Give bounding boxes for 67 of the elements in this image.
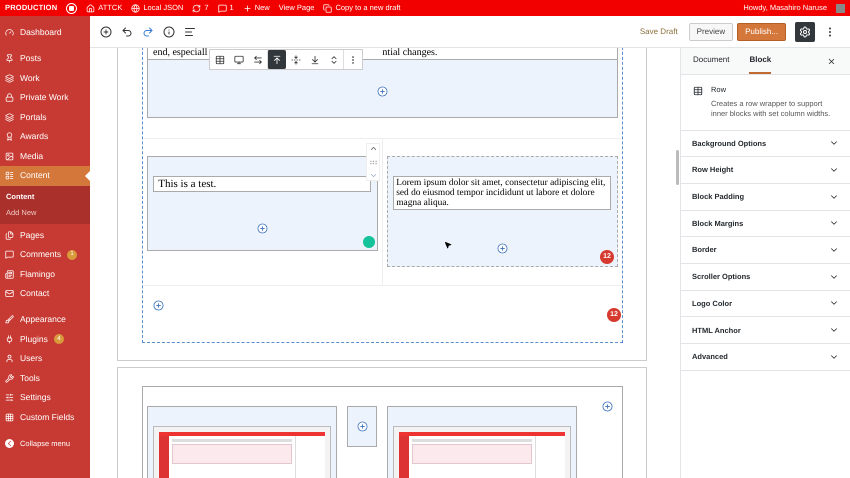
mouse-cursor-icon [444, 241, 452, 249]
sidebar-item[interactable]: Private Work [0, 88, 90, 108]
text-field[interactable]: Lorem ipsum dolor sit amet, consectetur adipiscing elit, sed do eiusmod tempor incididunt ut labore et dolore magna aliqua. [393, 176, 612, 210]
save-draft-button[interactable]: Save Draft [640, 26, 678, 38]
redo-icon[interactable] [142, 26, 154, 38]
table-icon [693, 86, 703, 96]
close-icon[interactable] [827, 56, 836, 66]
pin-icon [5, 54, 14, 64]
paragraph-text: end, especiall [153, 48, 208, 60]
avatar-icon [836, 4, 845, 12]
scrollbar-thumb[interactable] [676, 150, 679, 185]
sidebar-item[interactable]: Content [0, 166, 90, 186]
layers-icon [5, 112, 14, 122]
settings-icon [799, 26, 811, 38]
sidebar-item[interactable]: Tools [0, 368, 90, 388]
image-icon [5, 152, 14, 161]
sidebar-item[interactable]: Media [0, 146, 90, 166]
sidebar-item[interactable]: Flamingo [0, 264, 90, 284]
sidebar-item[interactable]: Pages [0, 226, 90, 245]
comment-icon [5, 250, 14, 260]
text-field[interactable]: This is a test. [153, 176, 372, 192]
undo-icon[interactable] [121, 26, 133, 38]
sidebar-item[interactable]: Custom Fields [0, 408, 90, 427]
plug-icon [5, 334, 14, 344]
copy-icon [323, 4, 332, 12]
add-block-icon[interactable] [100, 26, 112, 38]
lock-icon [5, 93, 14, 102]
sliders-icon [5, 393, 14, 402]
outline-icon[interactable] [184, 26, 196, 38]
sidebar-item[interactable]: Contact [0, 284, 90, 304]
move-up-icon[interactable] [368, 144, 378, 153]
info-icon[interactable] [163, 26, 175, 38]
plus-icon [242, 4, 252, 12]
grid-icon [5, 412, 14, 422]
grammarly-icon [362, 236, 374, 248]
collapse-icon [5, 438, 14, 448]
mail-icon [5, 289, 14, 298]
sidebar-item[interactable]: Appearance [0, 310, 90, 330]
list-icon [5, 171, 14, 180]
sidebar-item[interactable]: Posts [0, 49, 90, 68]
sidebar-item[interactable]: Users [0, 349, 90, 368]
refresh-icon [192, 4, 202, 12]
brush-icon [5, 315, 14, 324]
preview-button[interactable]: Preview [688, 22, 734, 40]
comment-icon [218, 4, 227, 12]
align-top-icon[interactable] [267, 50, 286, 69]
globe-icon [131, 4, 140, 12]
paragraph-text: ntial changes. [382, 48, 438, 60]
sidebar-item[interactable]: Portals [0, 108, 90, 127]
user-icon [5, 354, 14, 364]
sidebar-item[interactable]: Awards [0, 127, 90, 146]
sidebar-item[interactable]: Settings [0, 388, 90, 408]
dashboard-icon [5, 28, 14, 38]
sidebar-tab[interactable]: Block [749, 48, 772, 74]
drag-handle-icon[interactable] [368, 158, 378, 166]
home-icon [86, 4, 96, 12]
sidebar-item[interactable]: Dashboard [0, 23, 90, 42]
layers-icon [5, 74, 14, 83]
publish-button[interactable]: Publish... [737, 22, 786, 40]
award-icon [5, 132, 14, 142]
pages-icon [5, 230, 14, 240]
settings-button[interactable] [795, 22, 815, 42]
wrench-icon [5, 374, 14, 383]
sidebar-tab[interactable]: Document [693, 48, 730, 74]
newspaper-icon [5, 270, 14, 279]
sidebar-item[interactable]: Work [0, 68, 90, 88]
current-arrow-icon [85, 170, 90, 181]
